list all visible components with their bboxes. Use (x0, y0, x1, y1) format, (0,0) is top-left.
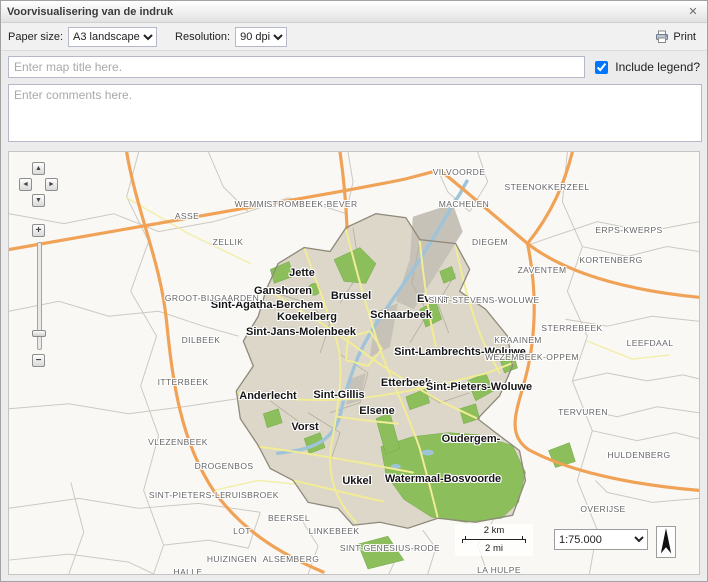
scale-bar-mi-label: 2 mi (459, 543, 529, 554)
scale-bar: 2 km 2 mi (455, 524, 533, 556)
map-label: LINKEBEEK (309, 526, 360, 536)
map-label: Sint-Pieters-Woluwe (426, 381, 532, 393)
map-label-layer: Jette Ganshoren Brussel Evere Sint-Agatha-Be… (9, 152, 699, 574)
map-viewport[interactable]: Jette Ganshoren Brussel Evere Sint-Agatha-Be… (8, 151, 700, 575)
print-button[interactable]: Print (651, 28, 700, 46)
resolution-select[interactable]: 90 dpi (235, 27, 287, 47)
map-label: STROMBEEK-BEVER (266, 199, 357, 209)
map-label: Jette (289, 267, 315, 279)
north-arrow-icon (657, 527, 675, 557)
map-label: KRAAINEM (494, 335, 542, 345)
minus-icon: − (36, 356, 42, 366)
pan-right-icon: ► (48, 181, 55, 188)
map-label: Sint-Agatha-Berchem (211, 299, 323, 311)
map-label: TERVUREN (558, 407, 608, 417)
map-label: Elsene (359, 405, 394, 417)
map-label: ERPS-KWERPS (595, 225, 662, 235)
map-label: Anderlecht (239, 390, 296, 402)
map-label: DIEGEM (472, 237, 508, 247)
map-label: Sint-Lambrechts-Woluwe (394, 346, 526, 358)
map-label: Brussel (331, 290, 371, 302)
map-label: BEERSEL (268, 513, 310, 523)
map-label: VLEZENBEEK (148, 437, 208, 447)
map-label: MACHELEN (439, 199, 489, 209)
map-label: LOT (233, 526, 251, 536)
map-title-input[interactable] (8, 56, 585, 78)
map-label: ZAVENTEM (518, 265, 567, 275)
map-label: VILVOORDE (433, 167, 486, 177)
include-legend-checkbox[interactable] (595, 61, 608, 74)
pan-down-icon: ▼ (35, 197, 42, 204)
map-label: GROOT-BIJGAARDEN (165, 293, 259, 303)
map-label: Oudergem- (442, 433, 501, 445)
map-label: ZELLIK (213, 237, 244, 247)
map-label: DILBEEK (182, 335, 221, 345)
map-label: OVERIJSE (580, 504, 625, 514)
print-preview-dialog: Voorvisualisering van de indruk ✕ Paper … (0, 0, 708, 582)
north-arrow (656, 526, 676, 558)
map-label: Evere (417, 293, 447, 305)
map-label: Vorst (291, 421, 318, 433)
map-label: LEEFDAAL (627, 338, 674, 348)
map-label: WEMMEL (235, 199, 276, 209)
map-label: Schaarbeek (370, 309, 432, 321)
map-title-row: Include legend? (8, 56, 700, 78)
plus-icon: + (36, 226, 42, 236)
close-icon[interactable]: ✕ (685, 4, 701, 20)
zoom-out-button[interactable]: − (32, 354, 45, 367)
include-legend-wrap: Include legend? (591, 58, 700, 77)
map-label: STERREBEEK (541, 323, 602, 333)
map-label: RUISBROEK (225, 490, 279, 500)
map-label: DROGENBOS (195, 461, 254, 471)
print-button-label: Print (673, 31, 696, 43)
title-bar: Voorvisualisering van de indruk ✕ (1, 1, 707, 23)
map-label: Sint-Gillis (313, 389, 364, 401)
map-label: Koekelberg (277, 311, 337, 323)
map-label: ALSEMBERG (263, 554, 320, 564)
map-label: SINT-GENESIUS-RODE (340, 543, 440, 553)
map-label: SINT-PIETERS-LEEUW (149, 490, 247, 500)
pan-up-button[interactable]: ▲ (32, 162, 45, 175)
map-label: SINT-STEVENS-WOLUWE (428, 295, 539, 305)
map-label: Watermaal-Bosvoorde (385, 473, 501, 485)
include-legend-label: Include legend? (615, 60, 700, 74)
map-label: ASSE (175, 211, 199, 221)
comments-textarea[interactable] (8, 84, 702, 142)
map-label: HALLE (174, 567, 203, 575)
pan-left-button[interactable]: ◄ (19, 178, 32, 191)
map-label: HUIZINGEN (207, 554, 257, 564)
pan-up-icon: ▲ (35, 165, 42, 172)
paper-size-select[interactable]: A3 landscape (68, 27, 157, 47)
pan-down-button[interactable]: ▼ (32, 194, 45, 207)
dialog-title: Voorvisualisering van de indruk (7, 6, 685, 18)
zoom-in-button[interactable]: + (32, 224, 45, 237)
printer-icon (655, 30, 669, 44)
map-label: KORTENBERG (579, 255, 642, 265)
map-label: HULDENBERG (607, 450, 670, 460)
map-label: ITTERBEEK (158, 377, 209, 387)
map-label: WEZEMBEEK-OPPEM (485, 352, 579, 362)
map-label: Sint-Jans-Molenbeek (246, 326, 356, 338)
scale-bar-km-label: 2 km (459, 525, 529, 536)
zoom-slider-handle[interactable] (32, 330, 46, 337)
map-label: Etterbeek (381, 377, 431, 389)
resolution-label: Resolution: (175, 31, 230, 43)
pan-left-icon: ◄ (22, 181, 29, 188)
map-label: Ukkel (342, 475, 371, 487)
map-label: STEENOKKERZEEL (505, 182, 590, 192)
map-label: Ganshoren (254, 285, 312, 297)
paper-size-label: Paper size: (8, 31, 63, 43)
map-label: LA HULPE (477, 565, 521, 575)
map-scale-select[interactable]: 1:75.000 (554, 529, 648, 550)
toolbar: Paper size: A3 landscape Resolution: 90 … (1, 23, 707, 51)
pan-right-button[interactable]: ► (45, 178, 58, 191)
